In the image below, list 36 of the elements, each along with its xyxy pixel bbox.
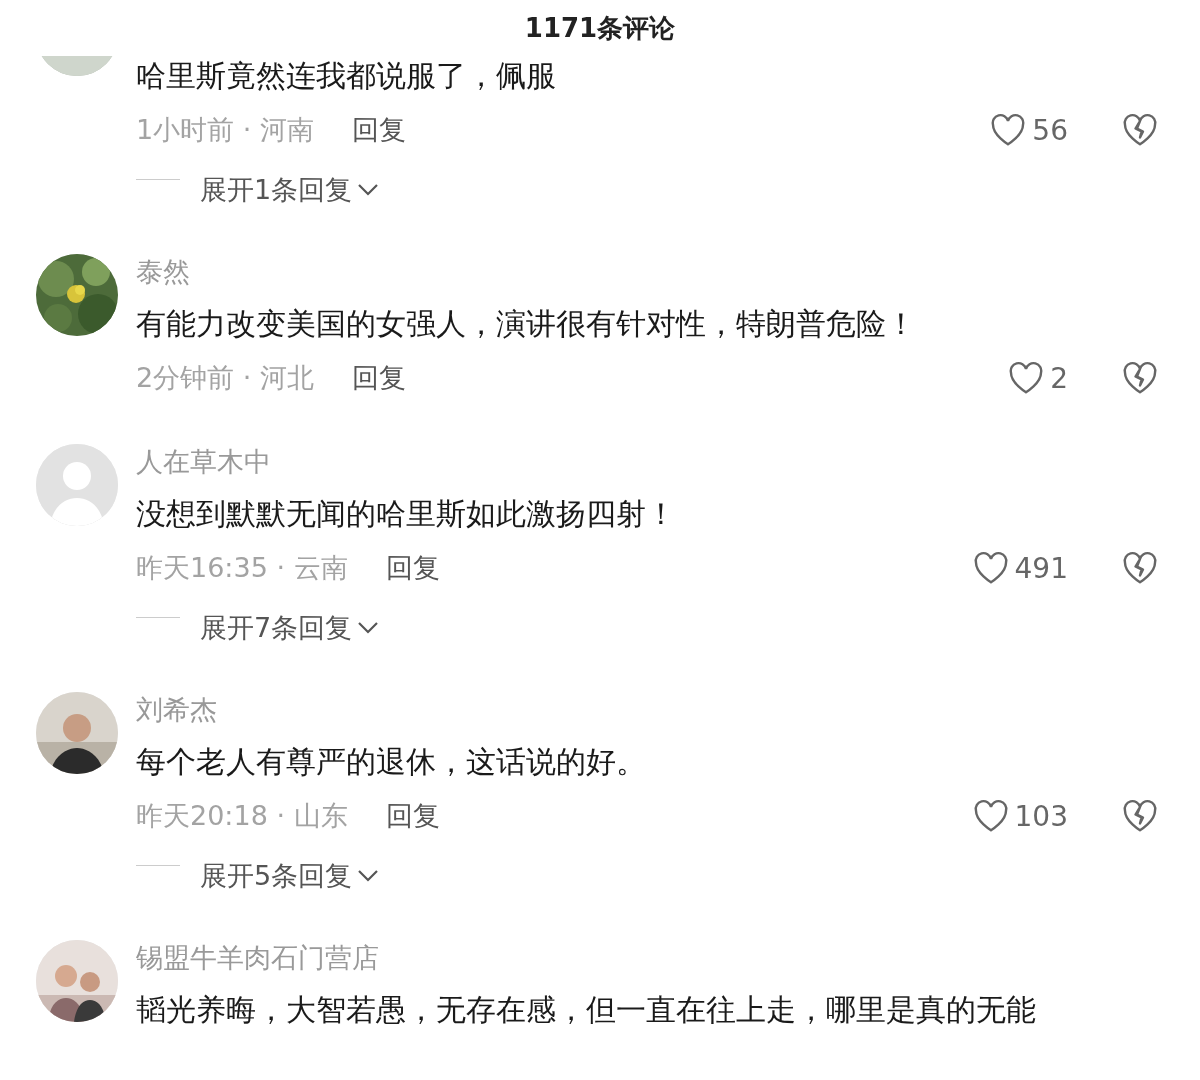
dislike-button[interactable]	[1122, 113, 1158, 147]
dislike-button[interactable]	[1122, 551, 1158, 585]
heart-icon	[1008, 361, 1045, 395]
like-button[interactable]: 103	[972, 799, 1068, 833]
comment-time-location: 1小时前 · 河南	[136, 113, 314, 147]
chevron-down-icon	[356, 868, 381, 884]
comment-time-location: 昨天20:18 · 山东	[136, 799, 348, 833]
chevron-down-icon	[356, 620, 381, 636]
dislike-button[interactable]	[1122, 799, 1158, 833]
heart-icon	[990, 113, 1027, 147]
like-button[interactable]: 2	[1008, 361, 1068, 395]
comment-text: 韬光养晦，大智若愚，无存在感，但一直在往上走，哪里是真的无能	[136, 991, 1037, 1029]
reply-button[interactable]: 回复	[351, 112, 406, 148]
broken-heart-icon	[1122, 799, 1158, 833]
comment-text: 没想到默默无闻的哈里斯如此激扬四射！	[136, 495, 677, 533]
chevron-down-icon	[356, 182, 381, 198]
heart-icon	[972, 551, 1009, 585]
reply-button[interactable]: 回复	[351, 360, 406, 396]
broken-heart-icon	[1122, 113, 1158, 147]
comment-time-location: 2分钟前 · 河北	[136, 361, 314, 395]
reply-button[interactable]: 回复	[385, 550, 440, 586]
expand-replies-button[interactable]: 展开1条回复	[200, 172, 381, 208]
reply-button[interactable]: 回复	[385, 798, 440, 834]
comment-text: 每个老人有尊严的退休，这话说的好。	[136, 743, 647, 781]
comment-count-title: 1171条评论	[524, 11, 676, 45]
broken-heart-icon	[1122, 551, 1158, 585]
expand-replies-button[interactable]: 展开5条回复	[200, 858, 381, 894]
comment-time-location: 昨天16:35 · 云南	[136, 551, 348, 585]
expand-replies-button[interactable]: 展开7条回复	[200, 610, 381, 646]
heart-icon	[972, 799, 1009, 833]
broken-heart-icon	[1122, 361, 1158, 395]
dislike-button[interactable]	[1122, 361, 1158, 395]
comment-text: 哈里斯竟然连我都说服了，佩服	[136, 57, 557, 95]
like-button[interactable]: 491	[972, 551, 1068, 585]
like-button[interactable]: 56	[990, 113, 1068, 147]
comment-text: 有能力改变美国的女强人，演讲很有针对性，特朗普危险！	[136, 305, 917, 343]
